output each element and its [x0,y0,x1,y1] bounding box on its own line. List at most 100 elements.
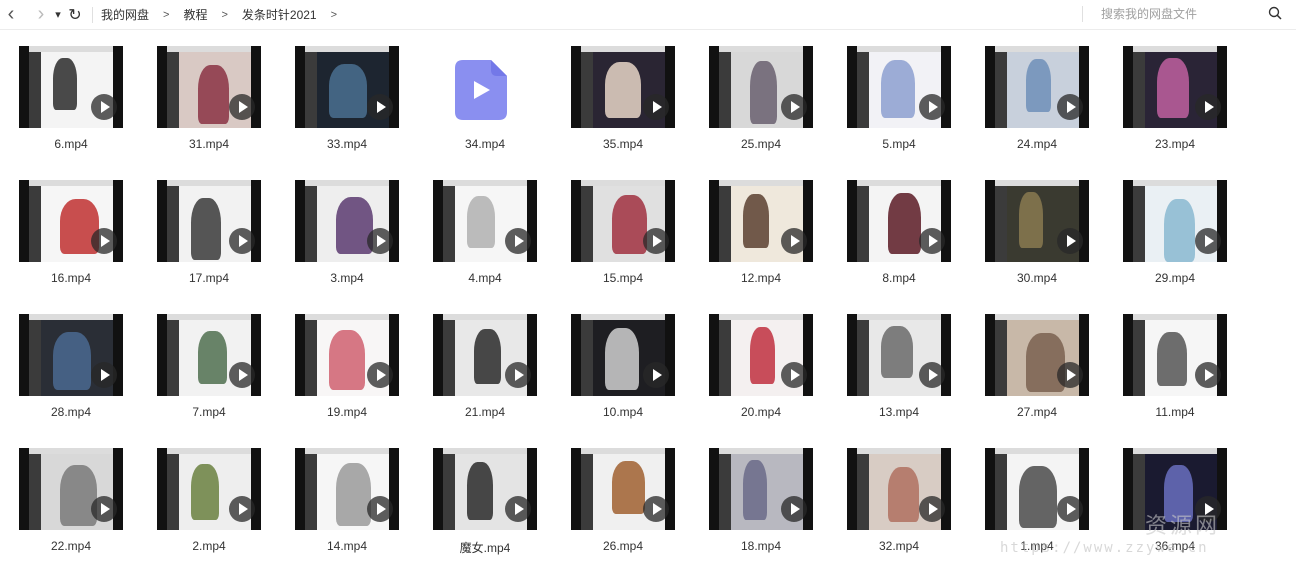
thumbnail-toolpanel [1133,52,1145,128]
thumbnail-artwork [612,461,645,514]
breadcrumb-item-root[interactable]: 我的网盘 [101,6,149,23]
play-icon [229,228,255,254]
file-item[interactable]: 2.mp4 [157,448,261,553]
file-item[interactable]: 19.mp4 [295,314,399,419]
thumbnail-artwork [605,62,641,118]
search-input[interactable] [1099,6,1263,22]
file-item[interactable]: 20.mp4 [709,314,813,419]
play-icon [643,228,669,254]
file-item[interactable]: 18.mp4 [709,448,813,553]
file-item[interactable]: 3.mp4 [295,180,399,285]
thumbnail-toolpanel [857,186,869,262]
file-name: 15.mp4 [602,271,644,285]
thumbnail-menubar [719,180,803,186]
thumbnail-artwork [1157,58,1189,118]
play-icon [91,362,117,388]
file-item[interactable]: 23.mp4 [1123,46,1227,151]
thumbnail-menubar [857,314,941,320]
file-name: 27.mp4 [1016,405,1058,419]
file-grid: 6.mp4 31.mp4 33.mp4 34.mp4 35.mp4 25.mp4 5.mp4… [19,46,1227,555]
thumbnail-toolpanel [443,454,455,530]
file-name: 18.mp4 [740,539,782,553]
file-item[interactable]: 5.mp4 [847,46,951,151]
file-item[interactable]: 14.mp4 [295,448,399,553]
file-item[interactable]: 8.mp4 [847,180,951,285]
thumbnail-menubar [857,46,941,52]
refresh-button[interactable]: ↻ [64,3,86,27]
play-icon [643,362,669,388]
thumbnail-toolpanel [995,454,1007,530]
file-item[interactable]: 27.mp4 [985,314,1089,419]
breadcrumb: 我的网盘 > 教程 > 发条时针2021 > [101,6,351,23]
file-item[interactable]: 17.mp4 [157,180,261,285]
file-item[interactable]: 10.mp4 [571,314,675,419]
thumbnail-artwork [336,463,371,526]
thumbnail-menubar [1133,314,1217,320]
refresh-icon: ↻ [68,6,82,24]
file-item[interactable]: 7.mp4 [157,314,261,419]
video-thumbnail [985,314,1089,396]
play-icon [229,362,255,388]
file-item[interactable]: 33.mp4 [295,46,399,151]
file-item[interactable]: 4.mp4 [433,180,537,285]
file-item[interactable]: 22.mp4 [19,448,123,553]
file-item[interactable]: 35.mp4 [571,46,675,151]
thumbnail-artwork [1019,466,1057,528]
breadcrumb-item-current[interactable]: 发条时针2021 [242,6,317,23]
file-item[interactable]: 魔女.mp4 [433,448,537,555]
search-icon[interactable] [1268,6,1282,25]
file-item[interactable]: 6.mp4 [19,46,123,151]
chevron-right-icon: › [37,3,45,25]
file-item[interactable]: 31.mp4 [157,46,261,151]
watermark-text: 资源网 [1145,513,1221,538]
file-item[interactable]: 30.mp4 [985,180,1089,285]
video-thumbnail [847,314,951,396]
file-name: 7.mp4 [192,405,226,419]
thumbnail-toolpanel [857,320,869,396]
breadcrumb-item-tutorial[interactable]: 教程 [183,6,207,23]
video-thumbnail [1123,180,1227,262]
video-thumbnail [19,448,123,530]
play-icon [1057,228,1083,254]
thumbnail-menubar [995,314,1079,320]
thumbnail-menubar [719,448,803,454]
file-item[interactable]: 25.mp4 [709,46,813,151]
file-item[interactable]: 21.mp4 [433,314,537,419]
thumbnail-toolpanel [167,186,179,262]
file-name: 33.mp4 [326,137,368,151]
video-thumbnail [985,46,1089,128]
file-item[interactable]: 28.mp4 [19,314,123,419]
thumbnail-artwork [881,326,913,378]
video-thumbnail [571,46,675,128]
file-item[interactable]: 12.mp4 [709,180,813,285]
file-item[interactable]: 13.mp4 [847,314,951,419]
forward-button[interactable]: › [30,3,52,27]
breadcrumb-separator[interactable]: > [331,9,337,21]
thumbnail-toolpanel [167,454,179,530]
file-name: 32.mp4 [878,539,920,553]
file-item[interactable]: 29.mp4 [1123,180,1227,285]
file-item[interactable]: 1.mp4 [985,448,1089,553]
file-name: 25.mp4 [740,137,782,151]
file-item[interactable]: 11.mp4 [1123,314,1227,419]
video-thumbnail [571,180,675,262]
play-icon [919,496,945,522]
thumbnail-toolpanel [857,454,869,530]
thumbnail-menubar [305,314,389,320]
thumbnail-menubar [305,180,389,186]
file-item[interactable]: 32.mp4 [847,448,951,553]
file-item[interactable]: 34.mp4 [433,46,537,151]
video-thumbnail [709,448,813,530]
back-button[interactable]: ‹ [0,3,22,27]
history-dropdown-button[interactable]: ▾ [52,3,64,27]
play-icon [91,228,117,254]
file-item[interactable]: 16.mp4 [19,180,123,285]
file-item[interactable]: 26.mp4 [571,448,675,553]
play-icon [1057,496,1083,522]
file-item[interactable]: 15.mp4 [571,180,675,285]
thumbnail-menubar [167,180,251,186]
file-name: 24.mp4 [1016,137,1058,151]
navigation-toolbar: ‹ › ▾ ↻ 我的网盘 > 教程 > 发条时针2021 > [0,0,1296,30]
file-item[interactable]: 24.mp4 [985,46,1089,151]
search-box [1082,3,1290,25]
